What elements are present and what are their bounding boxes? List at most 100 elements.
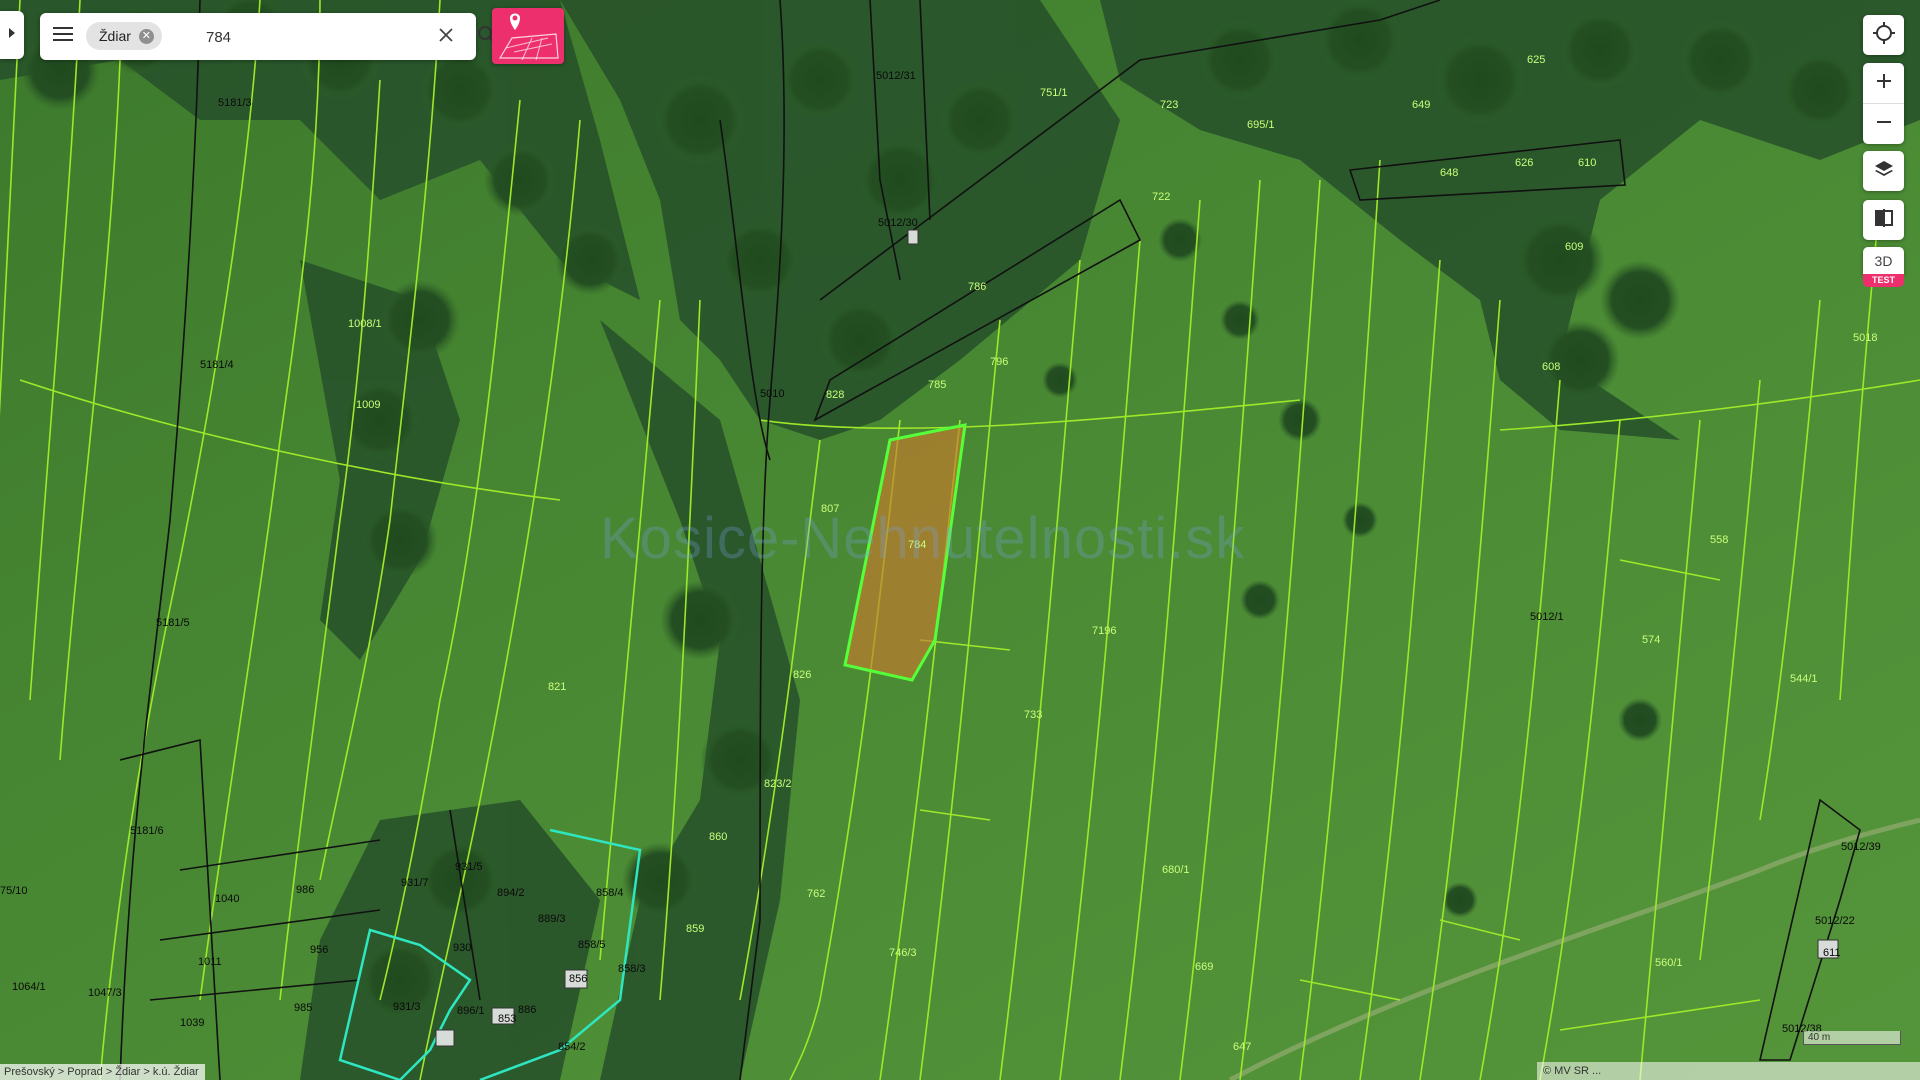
parcel-label: 5012/1 [1530, 611, 1564, 623]
crosshair-icon [1872, 21, 1895, 49]
parcel-label: 931/3 [393, 1001, 421, 1013]
3d-view-button[interactable]: 3D [1863, 247, 1904, 275]
parcel-label: 625 [1527, 54, 1545, 66]
parcel-label: 680/1 [1162, 864, 1190, 876]
parcel-label: 1040 [215, 893, 239, 905]
plus-icon [1876, 73, 1892, 94]
layers-button[interactable] [1863, 151, 1904, 191]
parcel-label: 858/5 [578, 939, 606, 951]
parcel-label: 894/2 [497, 887, 525, 899]
parcel-label: 5012/22 [1815, 915, 1855, 927]
parcel-label: 608 [1542, 361, 1560, 373]
parcel-label: 856 [569, 973, 587, 985]
hamburger-icon [53, 26, 73, 47]
parcel-label: 695/1 [1247, 119, 1275, 131]
locate-button[interactable] [1863, 15, 1904, 55]
sidebar-toggle-button[interactable] [0, 11, 24, 59]
parcel-label: 558 [1710, 534, 1728, 546]
parcel-label: 560/1 [1655, 957, 1683, 969]
compare-button[interactable] [1863, 200, 1904, 240]
parcel-label: 649 [1412, 99, 1430, 111]
parcel-label: 762 [807, 888, 825, 900]
parcel-label: 860 [709, 831, 727, 843]
scale-bar: 40 m [1803, 1031, 1901, 1045]
remove-chip-icon[interactable]: ✕ [138, 28, 154, 44]
parcel-label: 75/10 [0, 885, 28, 897]
parcel-label: 544/1 [1790, 673, 1818, 685]
parcel-label: 1064/1 [12, 981, 46, 993]
parcel-label: 5012/31 [876, 70, 916, 82]
parcel-label: 886 [518, 1004, 536, 1016]
zoom-in-button[interactable] [1863, 63, 1904, 103]
breadcrumb: Prešovský > Poprad > Ždiar > k.ú. Ždiar [0, 1064, 205, 1080]
parcel-label: 648 [1440, 167, 1458, 179]
test-badge: TEST [1863, 274, 1904, 287]
parcel-label: 823/2 [764, 778, 792, 790]
parcel-label: 956 [310, 944, 328, 956]
map-attribution[interactable]: © MV SR ... [1537, 1062, 1920, 1080]
parcel-label: 626 [1515, 157, 1533, 169]
watermark: Kosice-Nehnutelnosti.sk [600, 506, 1246, 571]
parcel-label: 828 [826, 389, 844, 401]
parcel-label: 5181/4 [200, 359, 234, 371]
search-input[interactable] [206, 23, 426, 51]
parcel-label: 858/4 [596, 887, 624, 899]
parcel-label: 853 [498, 1013, 516, 1025]
parcel-label: 574 [1642, 634, 1660, 646]
split-view-icon [1874, 208, 1894, 233]
parcel-label: 5012/39 [1841, 841, 1881, 853]
parcel-label: 5018 [1853, 332, 1877, 344]
parcel-label: 785 [928, 379, 946, 391]
parcel-label: 722 [1152, 191, 1170, 203]
menu-button[interactable] [40, 13, 86, 60]
parcel-label: 854/2 [558, 1041, 586, 1053]
parcel-label: 1008/1 [348, 318, 382, 330]
parcel-label: 609 [1565, 241, 1583, 253]
parcel-label: 733 [1024, 709, 1042, 721]
parcel-label: 723 [1160, 99, 1178, 111]
parcel-label: 1047/3 [88, 987, 122, 999]
parcel-label: 821 [548, 681, 566, 693]
location-chip[interactable]: Ždiar ✕ [86, 22, 162, 50]
chevron-right-icon [7, 26, 17, 44]
parcel-label: 985 [294, 1002, 312, 1014]
parcel-label: 889/3 [538, 913, 566, 925]
parcel-label: 7196 [1092, 625, 1116, 637]
parcel-mode-button[interactable] [492, 8, 564, 64]
parcel-label: 796 [990, 356, 1008, 368]
locate-control [1863, 15, 1904, 55]
location-chip-label: Ždiar [99, 28, 131, 44]
parcel-label: 826 [793, 669, 811, 681]
parcel-label: 5010 [760, 388, 784, 400]
parcel-label: 611 [1823, 947, 1841, 959]
parcel-label: 1011 [198, 956, 222, 968]
parcel-label: 5181/3 [218, 97, 252, 109]
parcel-label: 610 [1578, 157, 1596, 169]
parcel-label: 1009 [356, 399, 380, 411]
parcel-label: 5012/30 [878, 217, 918, 229]
parcel-label: 669 [1195, 961, 1213, 973]
3d-control: 3D [1863, 247, 1904, 275]
parcel-label: 858/3 [618, 963, 646, 975]
parcel-label: 930 [453, 942, 471, 954]
parcel-label: 931/7 [401, 877, 429, 889]
clear-search-button[interactable] [434, 25, 458, 49]
parcel-label: 1039 [180, 1017, 204, 1029]
parcel-label: 986 [296, 884, 314, 896]
close-icon [439, 27, 453, 47]
zoom-out-button[interactable] [1863, 104, 1904, 144]
parcel-label: 746/3 [889, 947, 917, 959]
parcel-label: 859 [686, 923, 704, 935]
search-bar: Ždiar ✕ [40, 13, 496, 60]
parcel-label: 896/1 [457, 1005, 485, 1017]
parcel-label: 5181/5 [156, 617, 190, 629]
parcel-pin-icon [492, 13, 564, 64]
layers-control [1863, 151, 1904, 191]
layers-icon [1874, 159, 1894, 184]
parcel-label: 5181/6 [130, 825, 164, 837]
parcel-label: 647 [1233, 1041, 1251, 1053]
zoom-control [1863, 63, 1904, 144]
parcel-label: 751/1 [1040, 87, 1068, 99]
minus-icon [1876, 114, 1892, 135]
parcel-label: 786 [968, 281, 986, 293]
